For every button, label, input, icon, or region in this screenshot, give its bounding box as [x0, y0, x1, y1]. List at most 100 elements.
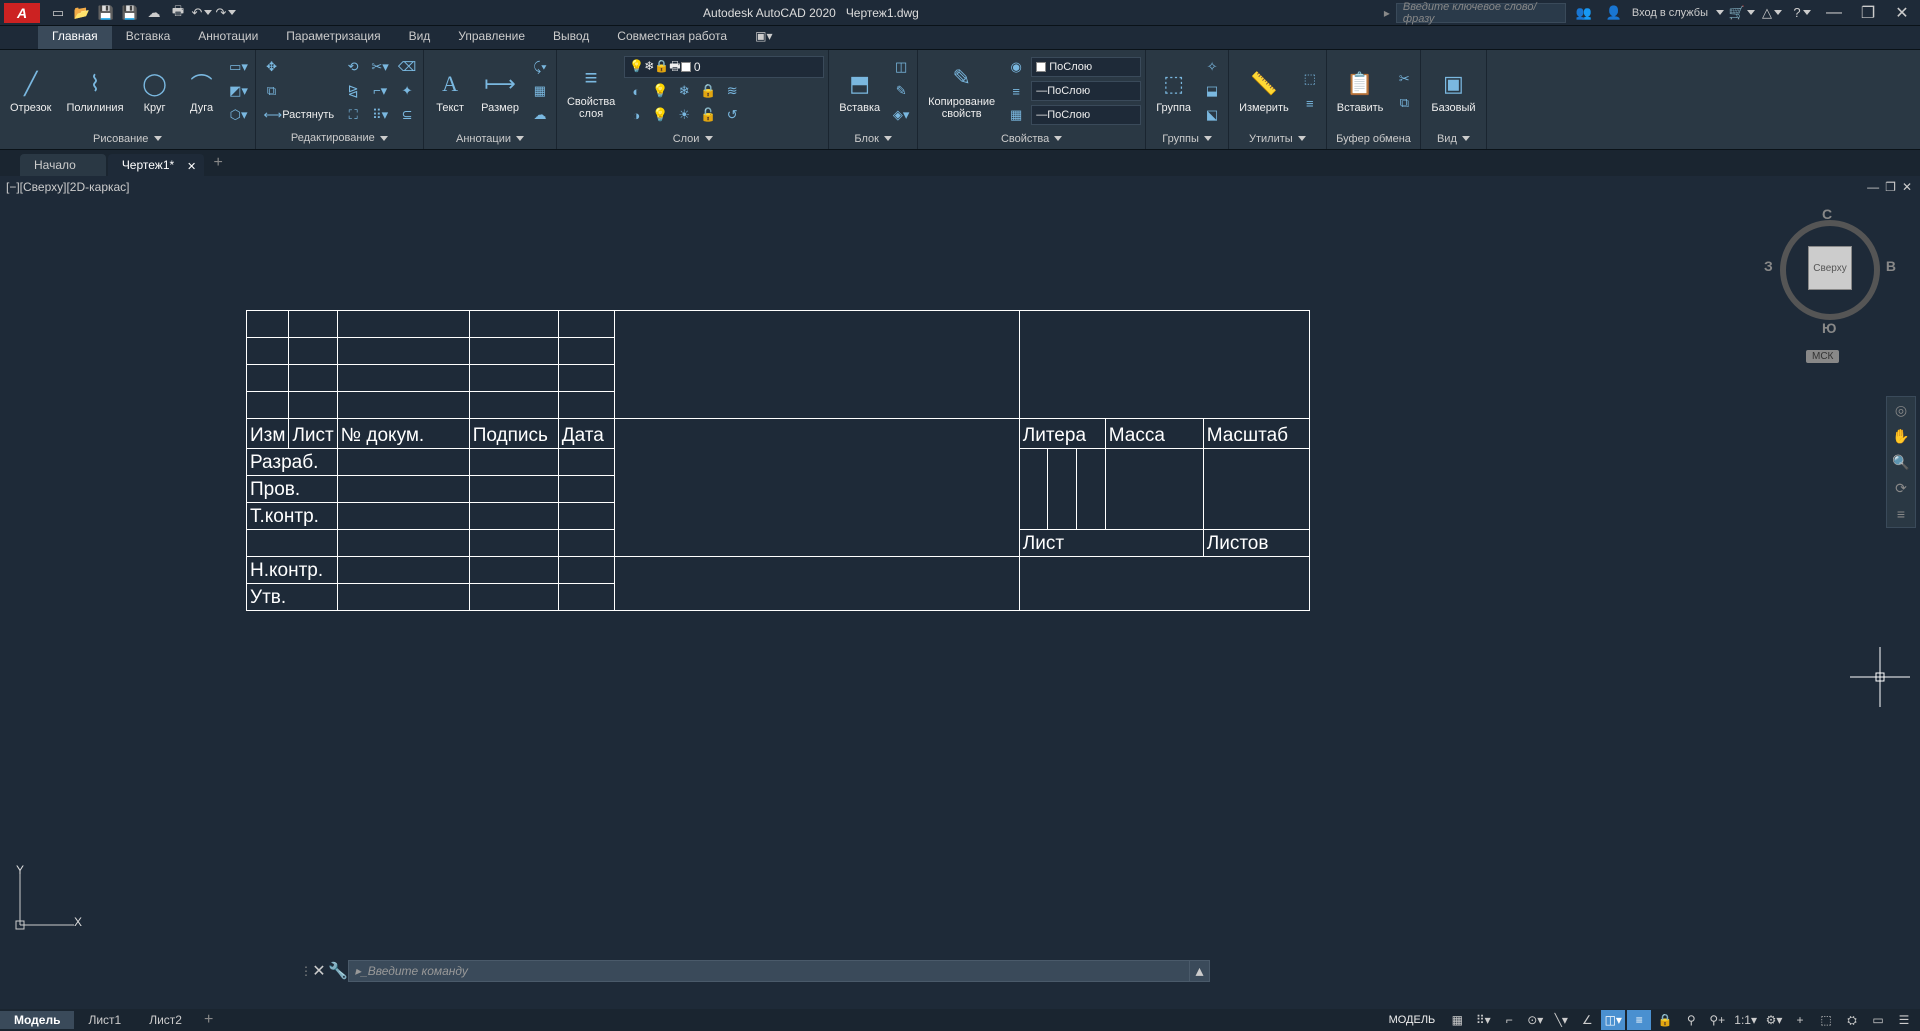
transparency-icon[interactable]: ▦ — [1004, 104, 1028, 126]
lwt-icon[interactable]: ≡ — [1627, 1010, 1651, 1030]
user-icon[interactable]: 👤 — [1603, 3, 1625, 23]
text-button[interactable]: AТекст — [428, 52, 472, 130]
layer-uniso-icon[interactable]: ◑ — [624, 104, 648, 126]
insert-button[interactable]: ⬒Вставка — [833, 52, 886, 130]
qat-undo-icon[interactable]: ↶ — [191, 3, 213, 23]
tab-start[interactable]: Начало — [20, 154, 106, 176]
app-logo[interactable]: A — [4, 3, 40, 23]
viewcube-face[interactable]: Сверху — [1808, 246, 1852, 290]
rotate-icon[interactable]: ⟲ — [341, 56, 365, 78]
more-draw-icon[interactable]: ⬡▾ — [227, 104, 251, 126]
status-model-label[interactable]: МОДЕЛЬ — [1381, 1014, 1444, 1026]
tab-drawing[interactable]: Чертеж1*✕ — [108, 154, 204, 176]
ungroup-icon[interactable]: ✧ — [1200, 56, 1224, 78]
cmd-config-icon[interactable]: 🔧 — [328, 961, 348, 981]
move-icon[interactable]: ✥ — [260, 56, 284, 78]
vp-min-icon[interactable]: — — [1867, 180, 1879, 194]
layout-model[interactable]: Модель — [0, 1011, 74, 1029]
panel-block-label[interactable]: Блок — [833, 130, 913, 147]
panel-utils-label[interactable]: Утилиты — [1233, 130, 1322, 147]
array-icon[interactable]: ⠿▾ — [368, 104, 392, 126]
measure-button[interactable]: 📏Измерить — [1233, 52, 1295, 130]
dimension-button[interactable]: ⟼Размер — [475, 52, 525, 130]
tab-home[interactable]: Главная — [38, 26, 112, 49]
trim-icon[interactable]: ✂▾ — [368, 56, 392, 78]
copy-icon[interactable]: ⧉ — [260, 80, 284, 102]
ortho-icon[interactable]: ⌐ — [1497, 1010, 1521, 1030]
color-combo[interactable]: ПоСлою — [1031, 57, 1141, 77]
clean-icon[interactable]: ▭ — [1866, 1010, 1890, 1030]
workspace-icon[interactable]: ⚙▾ — [1762, 1010, 1786, 1030]
custom-icon[interactable]: ☰ — [1892, 1010, 1916, 1030]
tab-view[interactable]: Вид — [395, 26, 445, 49]
app-store-icon[interactable]: △ — [1761, 3, 1783, 23]
layout-add-button[interactable]: + — [196, 1009, 221, 1031]
panel-view-label[interactable]: Вид — [1425, 130, 1481, 147]
signin-link[interactable]: Вход в службы — [1632, 7, 1708, 19]
add-tab-button[interactable]: + — [206, 150, 230, 176]
mirror-icon[interactable]: ⧎ — [341, 80, 365, 102]
nav-show-icon[interactable]: ≡ — [1887, 501, 1915, 527]
group-sel-icon[interactable]: ⬕ — [1200, 104, 1224, 126]
attr-icon[interactable]: ◈▾ — [889, 104, 913, 126]
create-block-icon[interactable]: ◫ — [889, 56, 913, 78]
wcs-label[interactable]: МСК — [1806, 350, 1839, 363]
tab-annotate[interactable]: Аннотации — [184, 26, 272, 49]
arc-button[interactable]: ⌒Дуга — [180, 52, 224, 130]
vp-close-icon[interactable]: ✕ — [1902, 180, 1912, 194]
anno-vis-icon[interactable]: ⚲ — [1679, 1010, 1703, 1030]
layout-l1[interactable]: Лист1 — [74, 1011, 135, 1029]
fillet-icon[interactable]: ⌐▾ — [368, 80, 392, 102]
offset-icon[interactable]: ⊆ — [395, 104, 419, 126]
panel-props-label[interactable]: Свойства — [922, 130, 1141, 147]
count-icon[interactable]: ≡ — [1298, 92, 1322, 114]
base-view-button[interactable]: ▣Базовый — [1425, 52, 1481, 130]
qat-new-icon[interactable]: ▭ — [47, 3, 69, 23]
group-button[interactable]: ⬚Группа — [1150, 52, 1197, 130]
tab-output[interactable]: Вывод — [539, 26, 603, 49]
cloud-icon[interactable]: ☁ — [528, 104, 552, 126]
otrack-icon[interactable]: ∠ — [1575, 1010, 1599, 1030]
cut-icon[interactable]: ✂ — [1392, 68, 1416, 90]
select-icon[interactable]: ⬚ — [1298, 68, 1322, 90]
qat-open-icon[interactable]: 📂 — [71, 3, 93, 23]
copy-clip-icon[interactable]: ⧉ — [1392, 92, 1416, 114]
iso-icon[interactable]: ╲▾ — [1549, 1010, 1573, 1030]
viewcube-east[interactable]: В — [1886, 258, 1896, 274]
layer-combo[interactable]: 💡❄🔒🖶 0 — [624, 56, 824, 78]
close-button[interactable]: ✕ — [1888, 3, 1916, 23]
layer-unlock-icon[interactable]: 🔓 — [696, 104, 720, 126]
layer-thaw-icon[interactable]: ☀ — [672, 104, 696, 126]
annoscale-icon[interactable]: 🔒 — [1653, 1010, 1677, 1030]
explode-icon[interactable]: ✦ — [395, 80, 419, 102]
layer-on-icon[interactable]: 💡 — [648, 104, 672, 126]
stretch-button[interactable]: ⟷ Растянуть — [260, 104, 339, 126]
tab-manage[interactable]: Управление — [444, 26, 539, 49]
panel-groups-label[interactable]: Группы — [1150, 130, 1224, 147]
erase-icon[interactable]: ⌫ — [395, 56, 419, 78]
panel-draw-label[interactable]: Рисование — [4, 130, 251, 147]
anno-auto-icon[interactable]: ⚲+ — [1705, 1010, 1729, 1030]
color-wheel-icon[interactable]: ◉ — [1004, 56, 1028, 78]
restore-button[interactable]: ❐ — [1854, 3, 1882, 23]
vp-max-icon[interactable]: ❐ — [1885, 180, 1896, 194]
hatch-icon[interactable]: ◩▾ — [227, 80, 251, 102]
command-input[interactable]: ▸_ Введите команду — [348, 960, 1190, 982]
panel-modify-label[interactable]: Редактирование — [260, 129, 420, 147]
panel-layers-label[interactable]: Слои — [561, 130, 824, 147]
edit-block-icon[interactable]: ✎ — [889, 80, 913, 102]
snap-icon[interactable]: ⠿▾ — [1471, 1010, 1495, 1030]
matchprop-button[interactable]: ✎Копирование свойств — [922, 52, 1001, 130]
scale-button[interactable]: 1:1▾ — [1731, 1010, 1760, 1030]
help-icon[interactable]: ? — [1791, 3, 1813, 23]
lineweight-icon[interactable]: ≡ — [1004, 80, 1028, 102]
isolate-icon[interactable]: ⬚ — [1814, 1010, 1838, 1030]
grid-icon[interactable]: ▦ — [1445, 1010, 1469, 1030]
tab-featured-icon[interactable]: ▣▾ — [741, 26, 786, 49]
tab-insert[interactable]: Вставка — [112, 26, 185, 49]
qat-save-icon[interactable]: 💾 — [95, 3, 117, 23]
viewcube[interactable]: С З В Ю Сверху МСК — [1770, 206, 1890, 366]
qat-saveas-icon[interactable]: 💾 — [119, 3, 141, 23]
cmd-handle-icon[interactable]: ⋮ — [300, 964, 310, 978]
layer-props-button[interactable]: ≡Свойства слоя — [561, 52, 621, 130]
